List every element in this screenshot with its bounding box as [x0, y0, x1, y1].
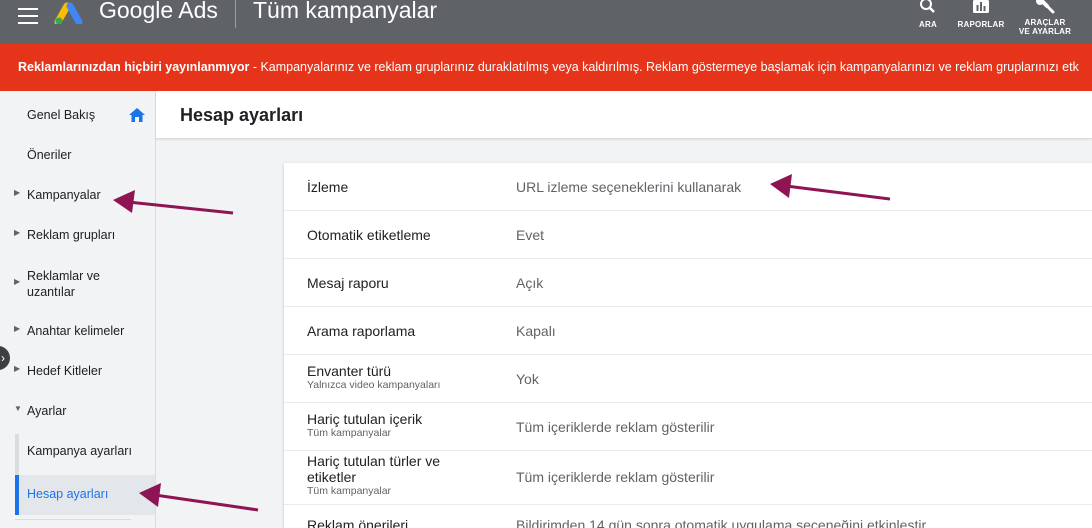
sidebar-item-audiences[interactable]: ▶ Hedef Kitleler [0, 364, 155, 384]
row-sublabel: Tüm kampanyalar [307, 485, 392, 497]
search-button[interactable]: ARA [912, 0, 944, 29]
account-settings-card: İzleme URL izleme seçeneklerini kullanar… [284, 163, 1092, 528]
menu-icon[interactable] [18, 8, 38, 24]
sidebar-item-campaigns[interactable]: ▶ Kampanyalar [0, 188, 155, 208]
sidebar-nav: Genel Bakış Öneriler ▶ Kampanyalar ▶ Rek… [0, 91, 156, 528]
sidebar-item-label: Reklamlar ve uzantılar [27, 269, 100, 299]
sidebar-item-recommendations[interactable]: Öneriler [0, 148, 155, 168]
caret-right-icon: ▶ [14, 277, 21, 286]
settings-row-ad-suggestions[interactable]: Reklam önerileri Bildirimden 14 gün sonr… [284, 505, 1092, 528]
row-value: URL izleme seçeneklerini kullanarak [516, 179, 742, 195]
caret-right-icon: ▶ [14, 228, 21, 237]
caret-right-icon: ▶ [14, 364, 21, 373]
row-label: Envanter türü Yalnızca video kampanyaları [307, 363, 441, 391]
row-label: Mesaj raporu [307, 275, 389, 291]
sidebar-item-keywords[interactable]: ▶ Anahtar kelimeler [0, 324, 155, 344]
settings-row-tracking[interactable]: İzleme URL izleme seçeneklerini kullanar… [284, 163, 1092, 211]
caret-right-icon: ▶ [14, 324, 21, 333]
reports-button-label: RAPORLAR [957, 20, 1005, 29]
row-value: Tüm içeriklerde reklam gösterilir [516, 419, 715, 435]
top-app-bar: Google Ads Tüm kampanyalar ARA RAPORLAR … [0, 0, 1092, 44]
page-title: Hesap ayarları [180, 105, 304, 125]
settings-row-message-report[interactable]: Mesaj raporu Açık [284, 259, 1092, 307]
settings-row-inventory-type[interactable]: Envanter türü Yalnızca video kampanyaları… [284, 355, 1092, 403]
search-icon [920, 0, 935, 13]
row-value: Kapalı [516, 323, 556, 339]
sidebar-item-overview[interactable]: Genel Bakış [0, 108, 155, 128]
main-page-header: Hesap ayarları [156, 91, 1092, 139]
sidebar-item-account-settings[interactable]: Hesap ayarları [15, 475, 155, 515]
sidebar-item-label: Kampanyalar [27, 188, 101, 202]
row-label: Hariç tutulan türler ve etiketler Tüm kamp… [307, 453, 441, 497]
brand-name: Google Ads [99, 0, 218, 23]
reports-button[interactable]: RAPORLAR [954, 0, 1008, 29]
alert-banner: Reklamlarınızdan hiçbiri yayınlanmıyor -… [0, 44, 1092, 91]
settings-row-excluded-content[interactable]: Hariç tutulan içerik Tüm kampanyalar Tüm … [284, 403, 1092, 451]
tools-settings-button[interactable]: ARAÇLAR VE AYARLAR [1018, 0, 1072, 36]
tools-label-line2: VE AYARLAR [1018, 27, 1072, 36]
row-value: Tüm içeriklerde reklam gösterilir [516, 469, 715, 485]
row-value: Açık [516, 275, 544, 291]
settings-row-search-reporting[interactable]: Arama raporlama Kapalı [284, 307, 1092, 355]
chevron-right-icon: › [1, 351, 5, 365]
sidebar-item-label: Ayarlar [27, 404, 67, 418]
sidebar-item-label: Öneriler [27, 148, 72, 162]
row-label: Arama raporlama [307, 323, 416, 339]
sidebar-item-settings[interactable]: ▼ Ayarlar [0, 404, 155, 424]
google-ads-logo-icon [54, 2, 83, 24]
caret-down-icon: ▼ [14, 404, 22, 413]
row-sublabel: Yalnızca video kampanyaları [307, 379, 441, 391]
sidebar-divider [15, 519, 131, 520]
sidebar-item-label: Hedef Kitleler [27, 364, 103, 378]
sidebar-item-ads-extensions[interactable]: ▶ Reklamlar ve uzantılar [0, 268, 155, 302]
header-divider [235, 0, 236, 28]
sidebar-item-ad-groups[interactable]: ▶ Reklam grupları [0, 228, 155, 248]
row-label: Hariç tutulan içerik Tüm kampanyalar [307, 411, 423, 439]
sidebar-item-label: Reklam grupları [27, 228, 116, 242]
wrench-icon [1036, 0, 1055, 14]
sidebar-item-label: Hesap ayarları [27, 487, 109, 501]
sidebar-item-label: Genel Bakış [27, 108, 96, 122]
row-label: İzleme [307, 179, 349, 195]
row-value: Yok [516, 371, 539, 387]
search-button-label: ARA [919, 20, 937, 29]
home-icon [129, 108, 145, 122]
tools-label-line1: ARAÇLAR [1024, 18, 1066, 27]
annotation-arrow-account-settings [139, 483, 259, 512]
row-value: Evet [516, 227, 545, 243]
alert-bold-text: Reklamlarınızdan hiçbiri yayınlanmıyor [18, 60, 250, 74]
row-label: Reklam önerileri [307, 517, 409, 528]
settings-row-auto-tagging[interactable]: Otomatik etiketleme Evet [284, 211, 1092, 259]
bar-chart-icon [973, 0, 989, 13]
sidebar-item-campaign-settings[interactable]: Kampanya ayarları [0, 444, 155, 464]
sidebar-item-label: Kampanya ayarları [27, 444, 132, 458]
row-label: Otomatik etiketleme [307, 227, 431, 243]
alert-text: - Kampanyalarınız ve reklam gruplarınız … [249, 60, 1079, 74]
header-page-title: Tüm kampanyalar [253, 0, 438, 23]
row-sublabel: Tüm kampanyalar [307, 427, 392, 439]
settings-row-excluded-types-labels[interactable]: Hariç tutulan türler ve etiketler Tüm kamp… [284, 451, 1092, 505]
row-value: Bildirimden 14 gün sonra otomatik uygula… [516, 517, 927, 528]
caret-right-icon: ▶ [14, 188, 21, 197]
sidebar-item-label: Anahtar kelimeler [27, 324, 125, 338]
